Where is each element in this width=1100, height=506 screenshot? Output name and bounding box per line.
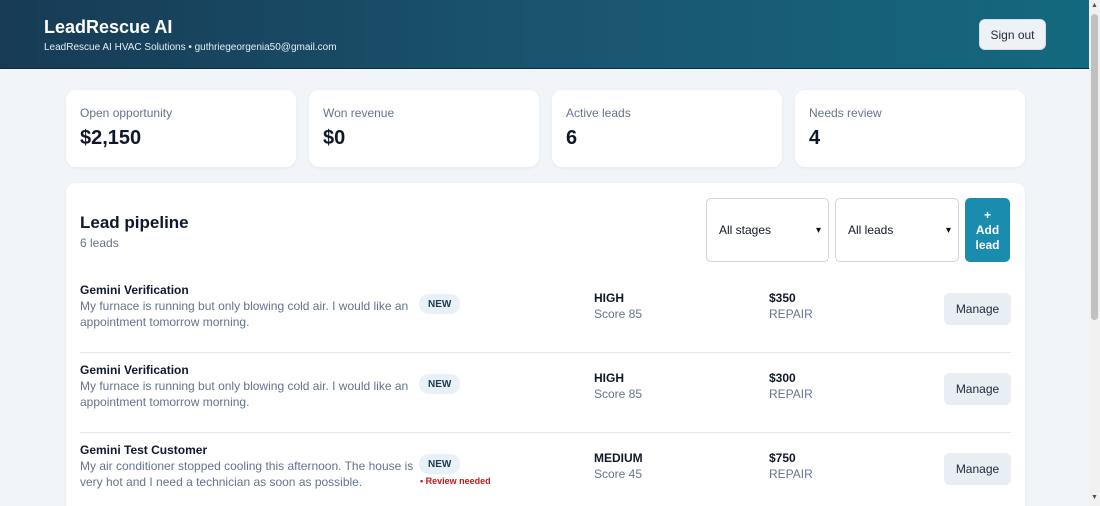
lead-job-type: REPAIR <box>769 307 813 321</box>
lead-row: Gemini Verification My furnace is runnin… <box>80 273 1011 353</box>
stat-value: 4 <box>809 127 821 149</box>
lead-filter-value: All leads <box>848 223 894 237</box>
status-badge: NEW <box>419 374 461 394</box>
scrollbar-thumb[interactable] <box>1091 14 1098 320</box>
lead-priority: HIGH <box>594 371 624 385</box>
lead-amount: $750 <box>769 451 796 465</box>
lead-name: Gemini Test Customer <box>80 443 208 457</box>
stat-card-active-leads: Active leads 6 <box>552 90 782 167</box>
lead-description: My furnace is running but only blowing c… <box>80 379 409 409</box>
stat-value: 6 <box>566 127 578 149</box>
add-lead-button[interactable]: + Add lead <box>965 198 1010 262</box>
app-header: LeadRescue AI LeadRescue AI HVAC Solutio… <box>0 0 1089 69</box>
lead-job-type: REPAIR <box>769 467 813 481</box>
arrow-down-icon[interactable]: ▼ <box>1089 494 1100 504</box>
stat-value: $0 <box>323 127 346 149</box>
pipeline-title: Lead pipeline <box>80 213 189 232</box>
lead-priority: HIGH <box>594 291 624 305</box>
plus-icon: + <box>983 207 991 222</box>
manage-button[interactable]: Manage <box>944 453 1011 485</box>
stage-filter-value: All stages <box>719 223 772 237</box>
stat-card-open-opportunity: Open opportunity $2,150 <box>66 90 296 167</box>
lead-name: Gemini Verification <box>80 363 189 377</box>
chevron-down-icon: ▾ <box>815 224 821 236</box>
stat-value: $2,150 <box>80 127 142 149</box>
lead-description: My air conditioner stopped cooling this … <box>80 459 414 489</box>
stat-label: Open opportunity <box>80 106 173 120</box>
lead-row: Gemini Verification My furnace is runnin… <box>80 353 1011 433</box>
pipeline-count: 6 leads <box>80 236 119 250</box>
lead-job-type: REPAIR <box>769 387 813 401</box>
status-badge: NEW <box>419 294 461 314</box>
stat-label: Needs review <box>809 106 882 120</box>
sign-out-button[interactable]: Sign out <box>979 19 1046 50</box>
lead-filter-select[interactable]: All leads ▾ <box>835 198 959 262</box>
lead-score: Score 85 <box>594 387 643 401</box>
manage-button[interactable]: Manage <box>944 293 1011 325</box>
add-lead-label-line1: Add <box>975 222 1000 237</box>
lead-row: Gemini Test Customer My air conditioner … <box>80 433 1011 506</box>
add-lead-label-line2: lead <box>975 237 1000 252</box>
arrow-up-icon[interactable]: ▲ <box>1089 2 1100 12</box>
stat-card-won-revenue: Won revenue $0 <box>309 90 539 167</box>
page-scrollbar[interactable]: ▲ ▼ <box>1089 0 1100 506</box>
lead-score: Score 85 <box>594 307 643 321</box>
stat-card-needs-review: Needs review 4 <box>795 90 1025 167</box>
lead-amount: $350 <box>769 291 796 305</box>
lead-priority: MEDIUM <box>594 451 643 465</box>
stat-label: Won revenue <box>323 106 395 120</box>
account-subtitle: LeadRescue AI HVAC Solutions • guthriege… <box>44 42 337 53</box>
lead-amount: $300 <box>769 371 796 385</box>
lead-pipeline-panel: Lead pipeline 6 leads All stages ▾ All l… <box>66 183 1025 506</box>
chevron-down-icon: ▾ <box>945 224 951 236</box>
stat-label: Active leads <box>566 106 631 120</box>
lead-score: Score 45 <box>594 467 643 481</box>
review-needed-flag: • Review needed <box>420 476 491 486</box>
lead-name: Gemini Verification <box>80 283 189 297</box>
lead-description: My furnace is running but only blowing c… <box>80 299 409 329</box>
status-badge: NEW <box>419 454 461 474</box>
stage-filter-select[interactable]: All stages ▾ <box>706 198 829 262</box>
app-title: LeadRescue AI <box>44 17 173 37</box>
manage-button[interactable]: Manage <box>944 373 1011 405</box>
